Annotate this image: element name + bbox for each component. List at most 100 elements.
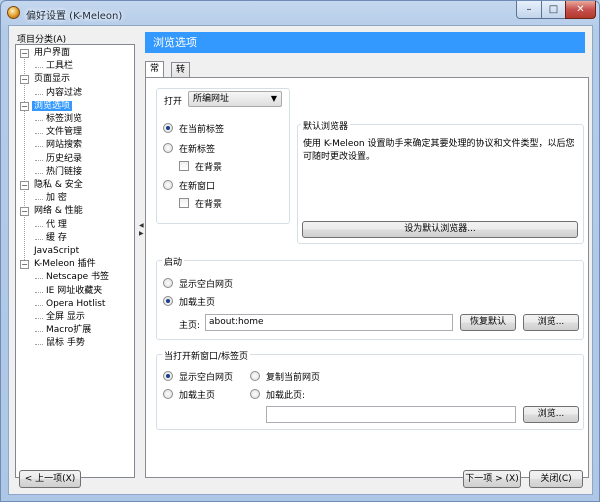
tree-subitem[interactable]: Macro扩展 (44, 324, 93, 337)
radio-new-window[interactable] (163, 180, 173, 190)
tree-item-label: 代 理 (46, 219, 67, 230)
tree-subitem[interactable]: 热门链接 (44, 166, 84, 179)
tree-subitem[interactable]: 加 密 (44, 192, 69, 205)
tree-item-label: 用户界面 (34, 48, 71, 58)
minimize-icon: – (526, 4, 532, 15)
tree-category[interactable]: 页面显示 (32, 73, 72, 86)
tree-subitem[interactable]: Netscape 书签 (44, 271, 111, 284)
open-target-value: 所编网址 (193, 94, 230, 104)
tree-branch-line (35, 331, 43, 333)
close-window-button[interactable]: ✕ (565, 1, 596, 19)
tree-collapse-icon[interactable]: − (20, 101, 29, 111)
tree-subitem[interactable]: 文件管理 (44, 126, 84, 139)
tree-branch-line (35, 238, 43, 240)
radio-new-load[interactable] (250, 389, 260, 399)
tree-item-label: 标签浏览 (46, 114, 83, 124)
default-browser-title: 默认浏览器 (301, 119, 351, 132)
tree-subitem[interactable]: Opera Hotlist (44, 298, 107, 311)
check-background-window[interactable] (179, 198, 189, 208)
restore-default-button[interactable]: 恢复默认 (460, 314, 516, 331)
check-background-window-label: 在背景 (195, 200, 223, 210)
tree-subitem[interactable]: 全屏 显示 (44, 311, 87, 324)
tree-subitem[interactable]: 代 理 (44, 219, 69, 232)
tree-item-label: JavaScript (34, 246, 80, 256)
tree-branch-line (35, 67, 43, 69)
tree-category[interactable]: JavaScript (32, 245, 81, 258)
minimize-button[interactable]: – (516, 1, 542, 19)
radio-new-home[interactable] (163, 389, 173, 399)
tree-branch-line (35, 133, 43, 135)
open-label: 打开 (162, 94, 185, 107)
tree-category[interactable]: K-Meleon 插件 (32, 258, 98, 271)
radio-new-tab[interactable] (163, 143, 173, 153)
tree-subitem[interactable]: 内容过滤 (44, 87, 84, 100)
browse-home-button[interactable]: 浏览... (523, 314, 579, 331)
tree-collapse-icon[interactable]: − (20, 75, 29, 85)
radio-new-window-label: 在新窗口 (179, 182, 216, 192)
radio-new-copy[interactable] (250, 371, 260, 381)
tree-item-label: Opera Hotlist (46, 298, 106, 309)
tree-item-label: 网络 & 性能 (34, 206, 83, 217)
tab-redirect-window[interactable]: 转向窗口 (171, 62, 191, 117)
next-page-button[interactable]: 下一项 > (X) (463, 470, 521, 488)
tree-branch-line (35, 278, 43, 280)
tree-subitem[interactable]: 工具栏 (44, 60, 75, 73)
maximize-button[interactable]: □ (541, 1, 566, 19)
home-page-input[interactable]: about:home (205, 314, 453, 331)
panel-splitter[interactable]: ◀ ▶ (139, 44, 144, 478)
tree-guide-line (24, 53, 25, 265)
tree-subitem[interactable]: 缓 存 (44, 232, 69, 245)
radio-startup-blank-label: 显示空白网页 (179, 280, 234, 290)
startup-title: 启动 (162, 255, 185, 268)
tree-category[interactable]: 隐私 & 安全 (32, 179, 85, 192)
expand-right-icon: ▶ (139, 230, 144, 237)
load-page-input[interactable] (266, 406, 516, 423)
tree-subitem[interactable]: IE 网址收藏夹 (44, 285, 104, 298)
tree-item-label: 内容过滤 (46, 87, 83, 98)
check-background-tab[interactable] (179, 161, 189, 171)
tree-item-label: Netscape 书签 (46, 272, 110, 283)
tree-category[interactable]: 用户界面 (32, 47, 72, 60)
radio-new-blank-label: 显示空白网页 (179, 373, 234, 383)
radio-startup-blank[interactable] (163, 278, 173, 288)
preferences-window: 偏好设置 (K-Meleon) – □ ✕ 项目分类(A) − 用户界面 工具栏 − 页… (0, 0, 600, 502)
tree-item-label: 历史纪录 (46, 153, 83, 164)
collapse-left-icon: ◀ (139, 222, 144, 229)
tree-subitem[interactable]: 网站搜索 (44, 139, 84, 152)
radio-new-home-label: 加载主页 (179, 391, 216, 401)
tree-item-label: 全屏 显示 (46, 312, 85, 322)
set-default-browser-button[interactable]: 设为默认浏览器... (302, 221, 578, 238)
maximize-icon: □ (548, 4, 559, 15)
category-tree[interactable]: − 用户界面 工具栏 − 页面显示 内容过滤 − 浏览选项 标签浏览 文件管理 网站搜索 历史纪录 热门… (15, 44, 135, 478)
radio-new-blank[interactable] (163, 371, 173, 381)
tree-item-label: 页面显示 (34, 74, 71, 85)
tree-subitem[interactable]: 标签浏览 (44, 113, 84, 126)
prev-page-button[interactable]: < 上一项(X) (19, 470, 81, 488)
dialog-client-area: 项目分类(A) − 用户界面 工具栏 − 页面显示 内容过滤 − 浏览选项 标签浏览 文件管理 网站… (8, 25, 593, 495)
tree-category[interactable]: 浏览选项 (32, 100, 73, 113)
tree-collapse-icon[interactable]: − (20, 207, 29, 217)
tree-collapse-icon[interactable]: − (20, 260, 29, 270)
tree-subitem[interactable]: 历史纪录 (44, 153, 84, 166)
tree-branch-line (35, 146, 43, 148)
radio-current-tab[interactable] (163, 123, 173, 133)
tab-general[interactable]: 常规 (145, 61, 165, 88)
tree-branch-line (35, 172, 43, 174)
close-dialog-button[interactable]: 关闭(C) (529, 470, 583, 488)
title-bar[interactable]: 偏好设置 (K-Meleon) – □ ✕ (1, 1, 599, 25)
page-title: 浏览选项 (145, 32, 585, 53)
open-group (156, 88, 290, 224)
tree-category[interactable]: 网络 & 性能 (32, 205, 85, 218)
home-page-label: 主页: (179, 321, 201, 331)
tree-subitem[interactable]: 鼠标 手势 (44, 337, 87, 350)
radio-startup-home[interactable] (163, 296, 173, 306)
tree-item-label: 隐私 & 安全 (34, 180, 83, 190)
tab-panel-general: 打开 所编网址 ▼ 在当前标签 在新标签 在背景 在新窗口 在背景 默认浏览器 … (145, 77, 589, 478)
browse-new-page-button[interactable]: 浏览... (523, 406, 579, 423)
tree-collapse-icon[interactable]: − (20, 181, 29, 190)
tree-branch-line (35, 291, 43, 293)
tree-collapse-icon[interactable]: − (20, 49, 29, 58)
window-title: 偏好设置 (K-Meleon) (26, 11, 123, 22)
tree-branch-line (35, 120, 43, 121)
open-target-select[interactable]: 所编网址 ▼ (188, 91, 282, 107)
